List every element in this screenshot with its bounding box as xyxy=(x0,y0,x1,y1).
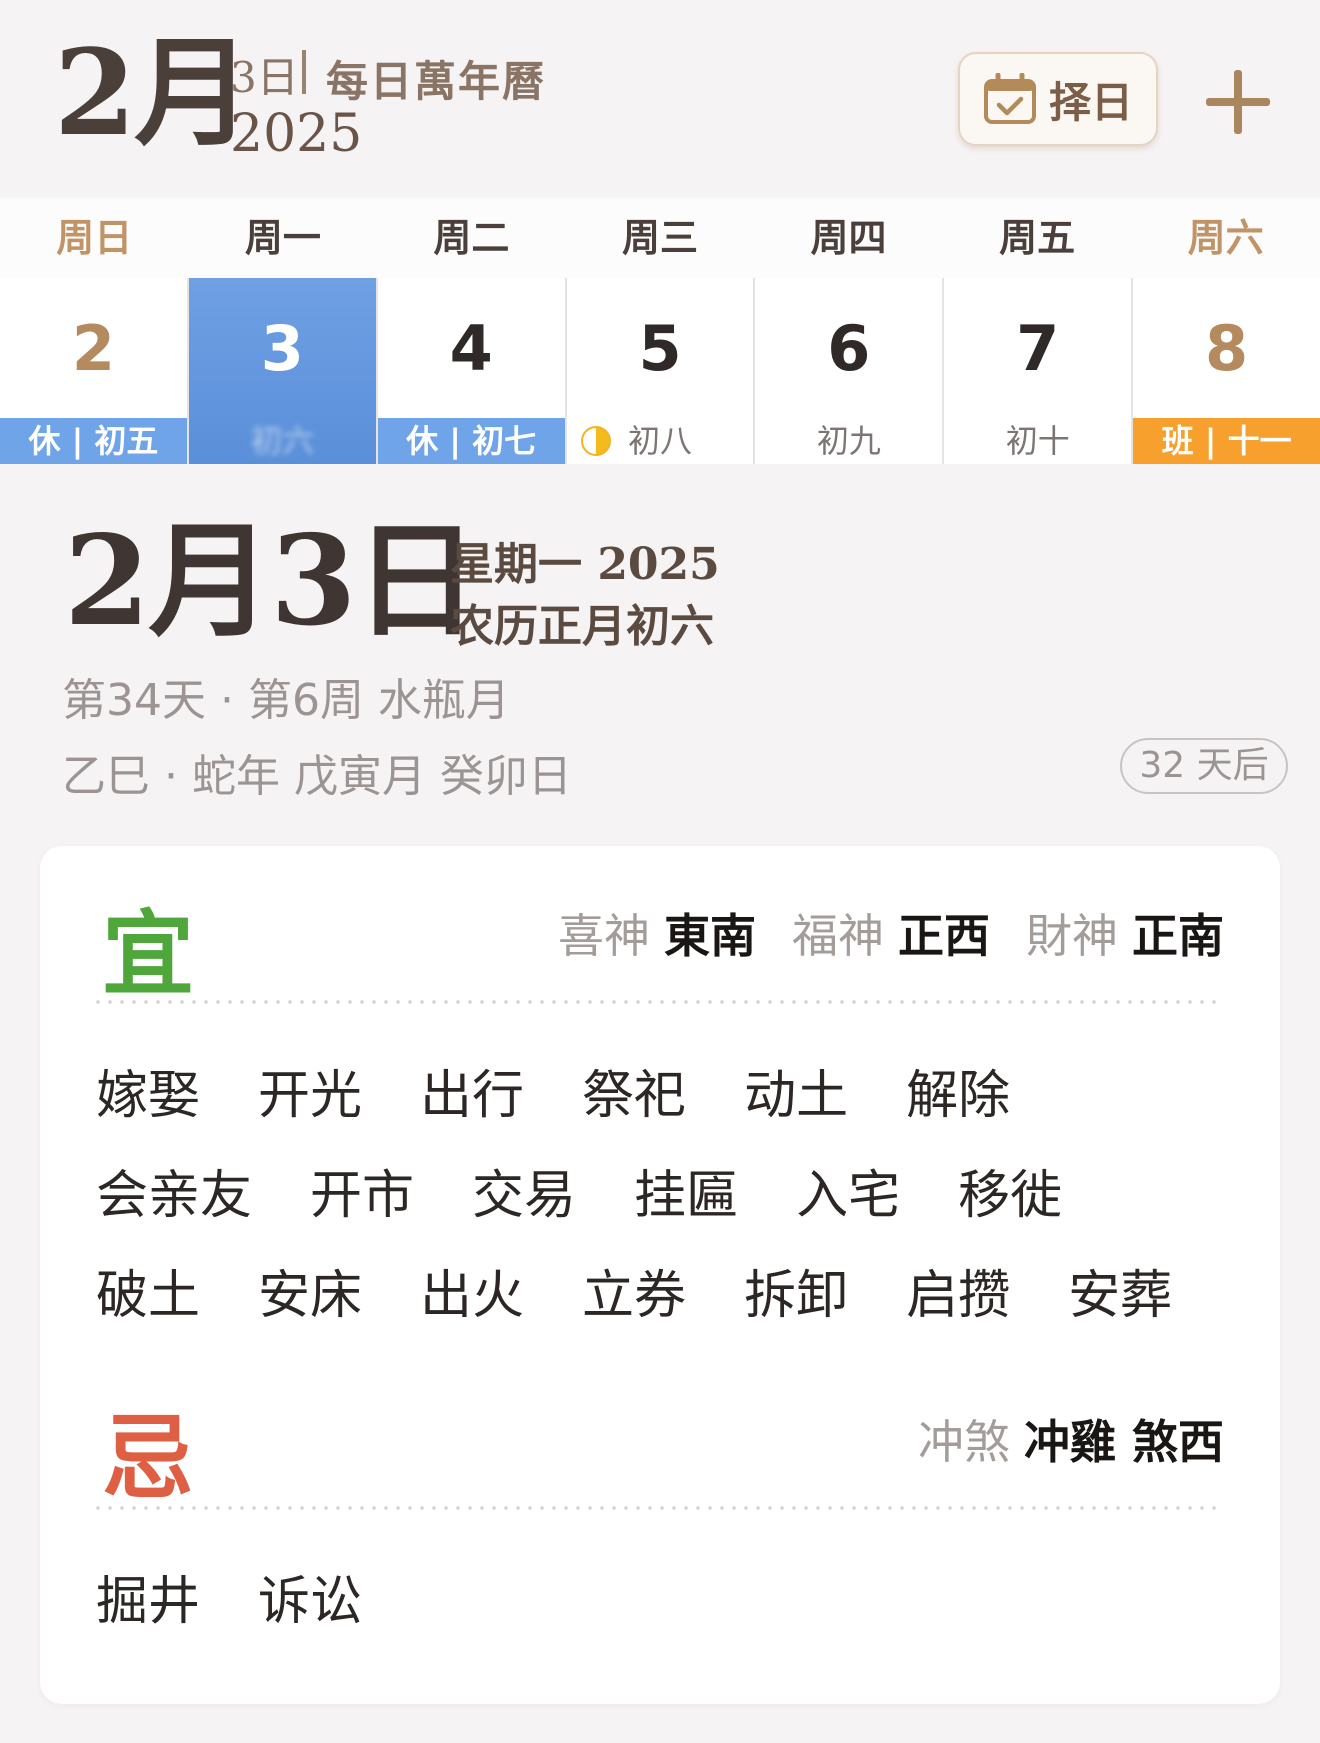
header-divider xyxy=(302,50,306,94)
yi-item: 开光 xyxy=(258,1065,363,1126)
day-lunar-work: 班 | 十一 xyxy=(1133,418,1320,464)
fu-shen-key: 福神 xyxy=(792,909,884,963)
weekday-thu: 周四 xyxy=(810,215,887,260)
day-lunar: 初十 xyxy=(1005,422,1070,460)
fu-shen-value: 正西 xyxy=(898,909,990,963)
ji-label: 忌 xyxy=(102,1404,195,1512)
dotted-divider xyxy=(92,1506,1224,1510)
yi-item: 安葬 xyxy=(1068,1265,1173,1326)
yi-item: 祭祀 xyxy=(582,1065,687,1126)
yi-items: 嫁娶 开光 出行 祭祀 动土 解除 会亲友 开市 交易 挂匾 入宅 移徙 破土 … xyxy=(96,1040,1236,1340)
yi-item: 破土 xyxy=(96,1265,201,1326)
deity-directions: 喜神 東南 福神 正西 財神 正南 xyxy=(558,900,1224,966)
chong-sha: 冲煞 冲雞 煞西 xyxy=(918,1406,1224,1472)
day-cell-3-selected[interactable]: 3 初六 xyxy=(188,278,376,464)
pick-day-label: 择日 xyxy=(1048,77,1133,127)
half-moon-icon xyxy=(580,426,611,456)
week-day-strip: 2 休 | 初五 3 初六 4 休 | 初七 5 初八 6 初九 7 初十 8 … xyxy=(0,278,1320,464)
cai-shen-value: 正南 xyxy=(1132,909,1224,963)
weekday-mon: 周一 xyxy=(244,215,321,260)
weekday-sat: 周六 xyxy=(1187,215,1264,260)
dotted-divider xyxy=(92,1000,1224,1004)
day-cell-4[interactable]: 4 休 | 初七 xyxy=(377,278,565,464)
lunar-date: 农历正月初六 xyxy=(450,601,714,652)
yi-item: 挂匾 xyxy=(634,1165,739,1226)
weekday-header-row: 周日 周一 周二 周三 周四 周五 周六 xyxy=(0,198,1320,278)
day-number: 5 xyxy=(638,312,682,385)
weekday-tue: 周二 xyxy=(433,215,510,260)
chong-sha-key: 冲煞 xyxy=(917,1415,1010,1469)
yi-item: 安床 xyxy=(258,1265,363,1326)
app-header: 2月 3日 每日萬年曆 2025 择日 xyxy=(0,0,1320,196)
weekday-sun: 周日 xyxy=(56,215,133,260)
day-cell-7[interactable]: 7 初十 xyxy=(944,278,1132,464)
almanac-card: 宜 喜神 東南 福神 正西 財神 正南 嫁娶 开光 出行 祭祀 动土 解除 会亲… xyxy=(40,846,1280,1704)
calendar-check-icon xyxy=(983,73,1036,124)
yi-item: 嫁娶 xyxy=(96,1065,201,1126)
header-year[interactable]: 2025 xyxy=(230,104,362,164)
day-cell-2[interactable]: 2 休 | 初五 xyxy=(0,278,187,464)
header-month[interactable]: 2月 xyxy=(54,28,252,158)
app-title: 每日萬年曆 xyxy=(326,57,547,106)
yi-item: 开市 xyxy=(310,1165,415,1226)
ji-items: 掘井 诉讼 xyxy=(96,1546,1236,1646)
yi-item: 动土 xyxy=(744,1065,849,1126)
day-number: 8 xyxy=(1205,312,1249,385)
header-day: 3日 xyxy=(230,53,299,102)
ganzhi-info: 乙巳 · 蛇年 戊寅月 癸卯日 xyxy=(62,751,572,802)
yi-row: 嫁娶 开光 出行 祭祀 动土 解除 xyxy=(96,1040,1236,1140)
yi-item: 拆卸 xyxy=(744,1265,849,1326)
plus-icon[interactable] xyxy=(1206,70,1270,134)
day-lunar: 初六 xyxy=(250,422,315,460)
weekday-fri: 周五 xyxy=(999,215,1076,260)
day-of-year-info: 第34天 · 第6周 水瓶月 xyxy=(62,675,510,726)
xi-shen-value: 東南 xyxy=(664,909,756,963)
yi-item: 解除 xyxy=(906,1065,1011,1126)
yi-item: 出行 xyxy=(420,1065,525,1126)
yi-item: 启攒 xyxy=(906,1265,1011,1326)
day-number: 7 xyxy=(1016,312,1060,385)
yi-item: 交易 xyxy=(472,1165,577,1226)
yi-row: 会亲友 开市 交易 挂匾 入宅 移徙 xyxy=(96,1140,1236,1240)
day-cell-5[interactable]: 5 初八 xyxy=(566,278,754,464)
ji-row: 掘井 诉讼 xyxy=(96,1546,1236,1646)
day-lunar-rest: 休 | 初七 xyxy=(377,418,565,464)
selected-date: 2月3日 xyxy=(64,509,479,654)
countdown-badge[interactable]: 32 天后 xyxy=(1120,738,1288,794)
xi-shen-key: 喜神 xyxy=(558,909,650,963)
chong-sha-value: 冲雞 煞西 xyxy=(1023,1415,1224,1469)
day-number: 6 xyxy=(827,312,871,385)
day-cell-6[interactable]: 6 初九 xyxy=(755,278,943,464)
pick-day-button[interactable]: 择日 xyxy=(958,52,1158,146)
yi-item: 出火 xyxy=(420,1265,525,1326)
day-number: 4 xyxy=(449,312,493,385)
yi-item: 移徙 xyxy=(958,1165,1063,1226)
yi-item: 立券 xyxy=(582,1265,687,1326)
ji-item: 诉讼 xyxy=(258,1571,363,1632)
yi-label: 宜 xyxy=(102,900,195,1008)
cai-shen-key: 財神 xyxy=(1026,909,1118,963)
yi-item: 会亲友 xyxy=(96,1165,253,1226)
day-cell-8[interactable]: 8 班 | 十一 xyxy=(1133,278,1320,464)
yi-item: 入宅 xyxy=(796,1165,901,1226)
day-lunar: 初九 xyxy=(816,422,881,460)
yi-row: 破土 安床 出火 立券 拆卸 启攒 安葬 xyxy=(96,1240,1236,1340)
ji-item: 掘井 xyxy=(96,1571,201,1632)
day-lunar-rest: 休 | 初五 xyxy=(0,418,187,464)
day-number: 3 xyxy=(260,312,304,385)
weekday-wed: 周三 xyxy=(621,215,698,260)
day-number: 2 xyxy=(71,312,115,385)
weekday-year: 星期一 2025 xyxy=(450,539,720,590)
